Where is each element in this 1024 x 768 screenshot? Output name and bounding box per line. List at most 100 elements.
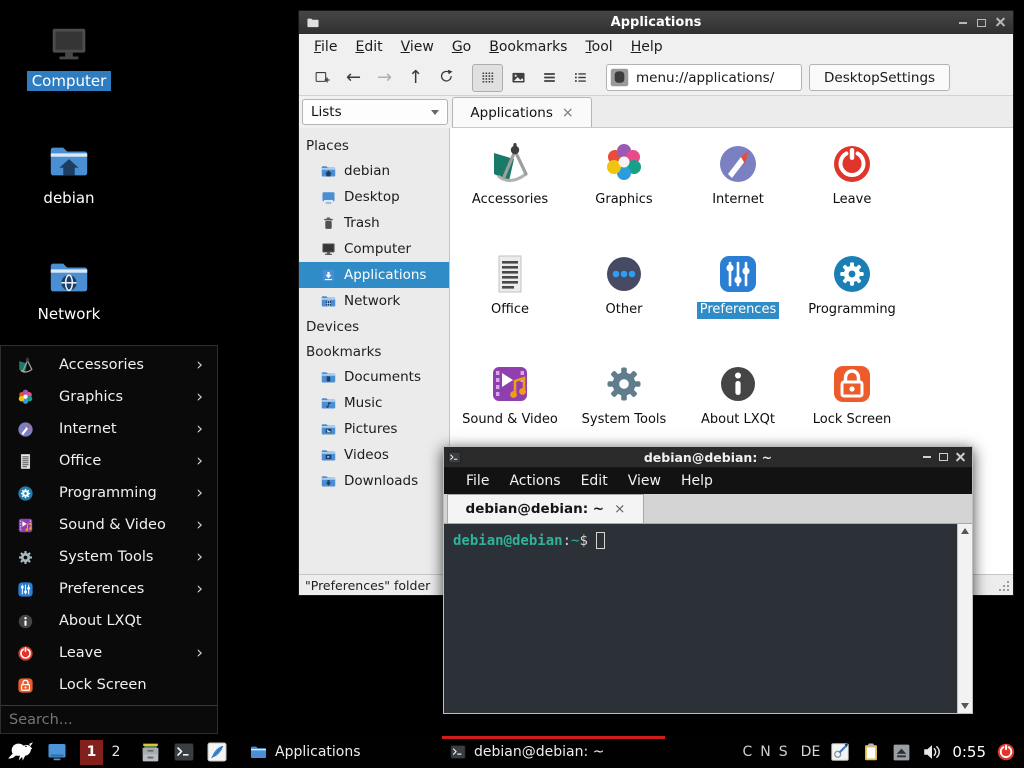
forward-button[interactable]: →: [369, 64, 400, 92]
menu-item-internet[interactable]: Internet ›: [1, 413, 217, 445]
category-leave[interactable]: Leave: [795, 136, 909, 246]
menu-item-graphics[interactable]: Graphics ›: [1, 381, 217, 413]
terminal-menu-file[interactable]: File: [456, 470, 499, 492]
back-button[interactable]: ←: [338, 64, 369, 92]
documents-folder-icon: [320, 369, 337, 386]
category-graphics[interactable]: Graphics: [567, 136, 681, 246]
resize-grip[interactable]: [998, 580, 1011, 593]
sidebar-item-applications[interactable]: Applications: [299, 262, 449, 288]
keyboard-layout-indicator[interactable]: DE: [801, 744, 821, 760]
desktop-icon-debian[interactable]: debian: [17, 139, 121, 208]
close-button[interactable]: [952, 451, 969, 463]
desktop-icon-label: Computer: [27, 71, 112, 91]
sidebar-mode-select[interactable]: Lists: [302, 99, 448, 125]
tab-close-icon[interactable]: ×: [614, 501, 625, 517]
sidebar-item-trash[interactable]: Trash: [299, 210, 449, 236]
chevron-down-icon: [431, 110, 439, 115]
terminal-launcher[interactable]: [172, 740, 196, 764]
menu-item-office[interactable]: Office ›: [1, 445, 217, 477]
file-cabinet-icon: [138, 740, 163, 765]
featherpad-launcher[interactable]: [205, 740, 229, 764]
close-button[interactable]: [992, 16, 1009, 30]
scroll-down-icon[interactable]: [961, 703, 969, 709]
reload-button[interactable]: [431, 64, 462, 92]
fm-menu-edit[interactable]: Edit: [346, 36, 391, 58]
menu-item-system-tools[interactable]: System Tools ›: [1, 541, 217, 573]
sidebar-item-videos[interactable]: Videos: [299, 442, 449, 468]
scroll-up-icon[interactable]: [961, 528, 969, 534]
screenshot-tray-button[interactable]: [829, 741, 851, 763]
category-other[interactable]: Other: [567, 246, 681, 356]
category-accessories[interactable]: Accessories: [453, 136, 567, 246]
sidebar-item-pictures[interactable]: Pictures: [299, 416, 449, 442]
clock[interactable]: 0:55: [952, 743, 986, 761]
sidebar-item-documents[interactable]: Documents: [299, 364, 449, 390]
workspace-1-button[interactable]: 1: [80, 740, 103, 765]
fm-menu-help[interactable]: Help: [622, 36, 672, 58]
clipboard-tray-button[interactable]: [860, 741, 882, 763]
maximize-button[interactable]: [973, 16, 990, 30]
fm-menu-view[interactable]: View: [392, 36, 443, 58]
task-button-terminal[interactable]: debian@debian: ~: [442, 736, 665, 768]
menu-item-preferences[interactable]: Preferences ›: [1, 573, 217, 605]
keyboard-indicator[interactable]: C N S: [743, 744, 789, 760]
tab-close-icon[interactable]: ×: [562, 105, 574, 121]
show-desktop-button[interactable]: [45, 740, 69, 764]
category-programming[interactable]: Programming: [795, 246, 909, 356]
terminal-menu-edit[interactable]: Edit: [571, 470, 618, 492]
programming-icon: [828, 250, 876, 298]
minimize-button[interactable]: [954, 16, 971, 30]
sidebar-item-debian[interactable]: debian: [299, 158, 449, 184]
compact-view-button[interactable]: [534, 64, 565, 92]
start-menu-button[interactable]: [7, 739, 33, 765]
up-button[interactable]: ↑: [400, 64, 431, 92]
terminal-titlebar[interactable]: debian@debian: ~: [444, 447, 972, 468]
thumbnail-view-button[interactable]: [503, 64, 534, 92]
address-value: menu://applications/: [636, 70, 774, 86]
file-manager-launcher[interactable]: [138, 740, 163, 765]
sidebar-item-downloads[interactable]: Downloads: [299, 468, 449, 494]
terminal-content[interactable]: debian@debian:~$: [444, 524, 972, 713]
removable-media-button[interactable]: [891, 742, 912, 763]
menu-search-input[interactable]: [1, 706, 217, 733]
menu-item-leave[interactable]: Leave ›: [1, 637, 217, 669]
terminal-tab[interactable]: debian@debian: ~ ×: [447, 494, 644, 523]
new-tab-button[interactable]: [307, 64, 338, 92]
desktop-icon: [320, 189, 337, 206]
category-office[interactable]: Office: [453, 246, 567, 356]
fm-menu-bookmarks[interactable]: Bookmarks: [480, 36, 576, 58]
power-button[interactable]: [995, 741, 1017, 763]
fm-menu-go[interactable]: Go: [443, 36, 480, 58]
terminal-menu-actions[interactable]: Actions: [499, 470, 570, 492]
menu-item-programming[interactable]: Programming ›: [1, 477, 217, 509]
desktop-settings-button[interactable]: DesktopSettings: [809, 64, 950, 91]
menu-item-accessories[interactable]: Accessories ›: [1, 349, 217, 381]
menu-item-sound-video[interactable]: Sound & Video ›: [1, 509, 217, 541]
terminal-menu-view[interactable]: View: [618, 470, 671, 492]
maximize-button[interactable]: [935, 451, 952, 463]
submenu-arrow-icon: ›: [196, 517, 203, 534]
task-button-applications[interactable]: Applications: [242, 736, 442, 768]
sidebar-item-music[interactable]: Music: [299, 390, 449, 416]
category-internet[interactable]: Internet: [681, 136, 795, 246]
desktop-icon-network[interactable]: Network: [17, 255, 121, 324]
desktop-icon-computer[interactable]: Computer: [17, 22, 121, 91]
fm-menu-file[interactable]: File: [305, 36, 346, 58]
fm-titlebar[interactable]: Applications: [299, 11, 1013, 34]
fm-menu-tool[interactable]: Tool: [576, 36, 621, 58]
volume-button[interactable]: [921, 741, 943, 763]
terminal-menu-help[interactable]: Help: [671, 470, 723, 492]
sidebar-item-desktop[interactable]: Desktop: [299, 184, 449, 210]
address-bar[interactable]: menu://applications/: [606, 64, 802, 91]
minimize-button[interactable]: [918, 451, 935, 463]
workspace-2-button[interactable]: 2: [106, 744, 126, 760]
detailed-view-button[interactable]: [565, 64, 596, 92]
fm-tab-applications[interactable]: Applications ×: [452, 97, 592, 127]
menu-item-lock-screen[interactable]: Lock Screen: [1, 669, 217, 701]
icon-view-button[interactable]: [472, 64, 503, 92]
sidebar-item-computer[interactable]: Computer: [299, 236, 449, 262]
menu-item-about-lxqt[interactable]: About LXQt: [1, 605, 217, 637]
category-preferences[interactable]: Preferences: [681, 246, 795, 356]
sidebar-item-network[interactable]: Network: [299, 288, 449, 314]
terminal-scrollbar[interactable]: [957, 524, 972, 713]
